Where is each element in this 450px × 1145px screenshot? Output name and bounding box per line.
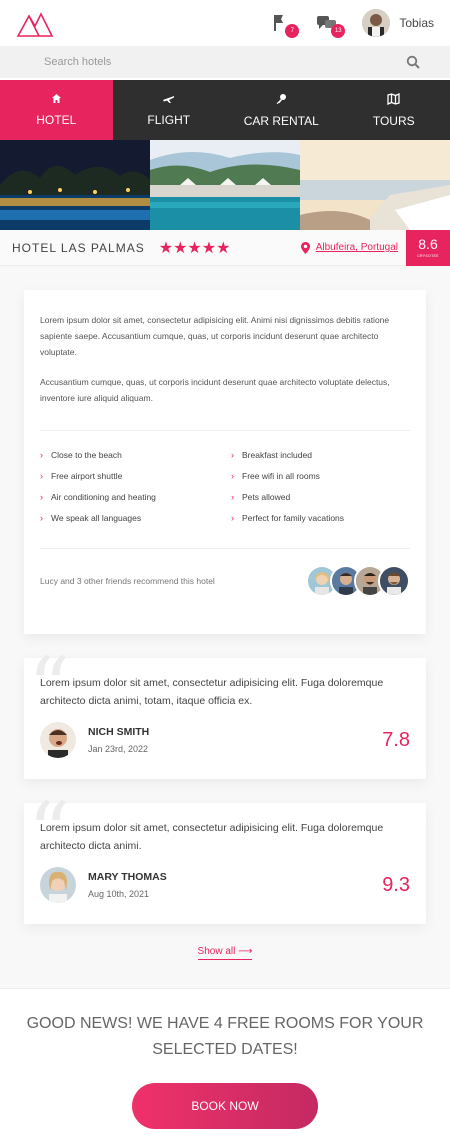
chevron-right-icon: › — [40, 513, 43, 523]
avatar — [378, 565, 410, 597]
amenity-item: › Air conditioning and heating — [40, 492, 156, 502]
reviewer-name: NICH SMITH — [88, 726, 150, 738]
home-icon — [51, 94, 61, 103]
description-paragraph: Lorem ipsum dolor sit amet, consectetur … — [40, 315, 390, 357]
notifications-button[interactable]: 7 — [270, 13, 300, 38]
amenities-list: › Close to the beach › Breakfast included … — [40, 447, 410, 524]
divider — [40, 548, 410, 549]
chevron-right-icon: › — [231, 513, 234, 523]
review-text: Lorem ipsum dolor sit amet, consectetur … — [40, 822, 384, 852]
tab-hotel[interactable]: HOTEL — [0, 80, 113, 140]
amenity-item: › Pets allowed — [231, 492, 291, 502]
availability-section: GOOD NEWS! WE HAVE 4 FREE ROOMS FOR YOUR… — [0, 988, 450, 1129]
review-score: 7.8 — [382, 728, 410, 751]
show-all-link[interactable]: Show all ⟶ — [197, 946, 253, 960]
amenity-item: › Breakfast included — [231, 450, 312, 460]
divider — [40, 430, 410, 431]
header-actions: 7 13 Tobias — [270, 9, 434, 38]
tab-flight[interactable]: FLIGHT — [113, 80, 226, 140]
tab-label: HOTEL — [36, 113, 77, 127]
amenity-item: › Free airport shuttle — [40, 471, 123, 481]
friends-recommend: Lucy and 3 other friends recommend this … — [40, 565, 410, 597]
review-card: “ Lorem ipsum dolor sit amet, consectetu… — [24, 793, 426, 924]
reviewer-info: MARY THOMAS Aug 10th, 2021 — [88, 871, 167, 899]
hotel-info-bar: HOTEL LAS PALMAS ★★★★★ Albufeira, Portug… — [0, 229, 450, 266]
search-icon[interactable] — [406, 55, 420, 69]
booking-tabs: HOTEL FLIGHT CAR RENTAL TOURS — [0, 80, 450, 140]
review-footer: MARY THOMAS Aug 10th, 2021 9.3 — [40, 867, 410, 903]
reviewer-info: NICH SMITH Jan 23rd, 2022 — [88, 726, 149, 754]
map-icon — [387, 92, 400, 105]
review-score: 9.3 — [382, 873, 410, 896]
friends-text: Lucy and 3 other friends recommend this … — [40, 576, 215, 586]
main-content: Lorem ipsum dolor sit amet, consectetur … — [0, 266, 450, 988]
star-rating: ★★★★★ — [158, 239, 231, 257]
mountain-logo-icon[interactable] — [16, 8, 54, 38]
review-card: “ Lorem ipsum dolor sit amet, consectetu… — [24, 648, 426, 779]
chevron-right-icon: › — [40, 492, 43, 502]
location-link[interactable]: Albufeira, Portugal — [316, 242, 398, 253]
tab-label: TOURS — [372, 113, 415, 128]
chevron-right-icon: › — [40, 450, 43, 460]
hotel-photo-day-pool[interactable] — [150, 140, 300, 230]
availability-message: GOOD NEWS! WE HAVE 4 FREE ROOMS FOR YOUR… — [26, 1015, 424, 1058]
reviewer-name: MARY THOMAS — [88, 871, 167, 883]
tab-car-rental[interactable]: CAR RENTAL — [225, 80, 338, 140]
hotel-location[interactable]: Albufeira, Portugal — [300, 241, 398, 254]
user-name: Tobias — [399, 16, 434, 30]
chevron-right-icon: › — [40, 471, 43, 481]
avatar — [362, 9, 391, 37]
hotel-photo-night-pool[interactable] — [0, 140, 150, 230]
review-date: Jan 23rd, 2022 — [88, 744, 149, 754]
chevron-right-icon: › — [231, 492, 234, 502]
friend-avatars[interactable] — [306, 565, 410, 597]
plane-icon — [163, 96, 175, 103]
notification-count-badge: 7 — [285, 24, 300, 38]
messages-button[interactable]: 13 — [316, 13, 346, 38]
description-card: Lorem ipsum dolor sit amet, consectetur … — [24, 290, 426, 634]
hotel-photo-coast[interactable] — [300, 140, 450, 230]
book-now-button[interactable]: BOOK NOW — [132, 1083, 318, 1129]
amenity-item: › We speak all languages — [40, 513, 142, 523]
review-text: Lorem ipsum dolor sit amet, consectetur … — [40, 677, 384, 707]
review-date: Aug 10th, 2021 — [88, 889, 150, 899]
hotel-score: 8.6 CRYSOTEE — [406, 229, 450, 266]
top-header: 7 13 Tobias — [0, 0, 450, 46]
amenity-item: › Close to the beach — [40, 450, 122, 460]
chevron-right-icon: › — [231, 450, 234, 460]
show-all-container: Show all ⟶ — [24, 946, 426, 960]
amenity-item: › Perfect for family vacations — [231, 513, 345, 523]
score-label: CRYSOTEE — [417, 254, 439, 258]
tab-label: FLIGHT — [147, 113, 191, 127]
score-value: 8.6 — [418, 236, 438, 252]
chevron-right-icon: › — [231, 471, 234, 481]
user-menu[interactable]: Tobias — [362, 9, 434, 37]
search-input[interactable] — [44, 56, 344, 68]
hotel-gallery — [0, 140, 450, 230]
search-bar — [0, 46, 450, 78]
tab-tours[interactable]: TOURS — [338, 80, 450, 140]
review-footer: NICH SMITH Jan 23rd, 2022 7.8 — [40, 722, 410, 758]
key-icon — [276, 93, 287, 104]
hotel-name: HOTEL LAS PALMAS — [12, 240, 145, 255]
description-paragraph: Accusantium cumque, quas, ut corporis in… — [40, 377, 390, 403]
message-count-badge: 13 — [331, 24, 346, 38]
amenity-item: › Free wifi in all rooms — [231, 471, 320, 481]
location-pin-icon — [300, 241, 310, 254]
tab-label: CAR RENTAL — [243, 113, 319, 128]
